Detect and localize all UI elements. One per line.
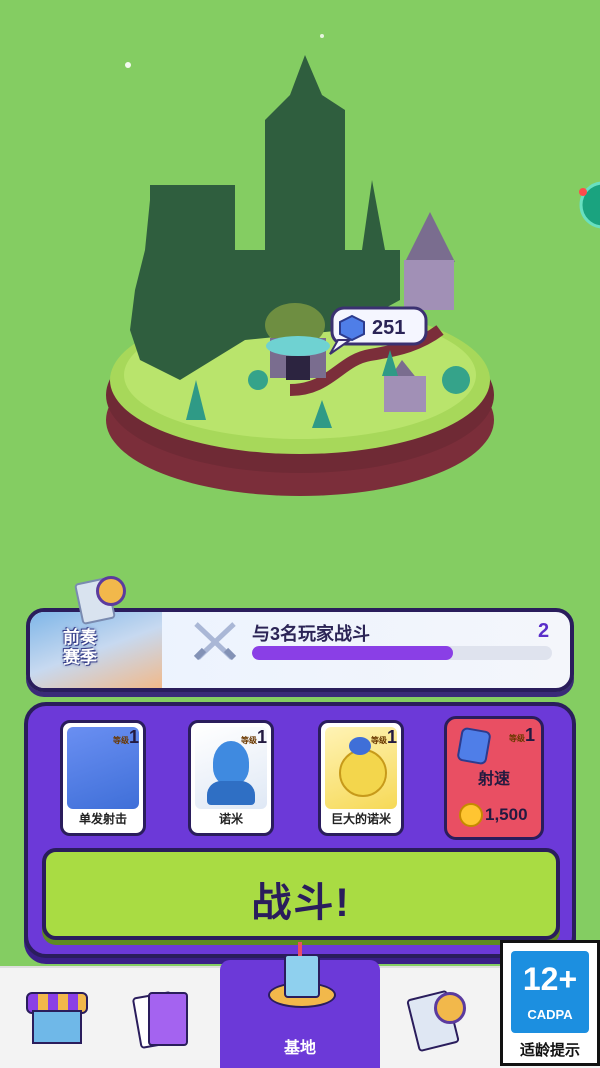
upgrade-level: 等级1 [508,725,535,745]
nav-base[interactable]: 基地 [220,942,380,1068]
rating-caption: 适龄提示 [519,1042,580,1059]
season-art: 前奏 赛季 [30,612,162,688]
season-label: 前奏 赛季 [63,628,97,667]
nav-shop[interactable] [0,968,110,1068]
season-quest-banner[interactable]: 前奏 赛季 与3名玩家战斗 2 [26,608,574,692]
skill-card-single-shot[interactable]: 等级1 单发射击 [60,720,146,836]
quest-progress-bar [252,646,552,660]
nav-cards[interactable] [110,968,220,1068]
quest-progress-fill [252,646,453,660]
season-card-icon [74,576,126,626]
skill-card-giant-nomi[interactable]: 等级1 巨大的诺米 [318,720,404,836]
upgrade-price: 1,500 [485,805,528,824]
nav-season[interactable] [390,968,500,1068]
rating-box: 12+ CADPA [511,951,589,1033]
battle-button-label: 战斗! [251,881,351,925]
gem-icon [339,314,365,342]
upgrade-fire-rate-card[interactable]: 等级1 射速 1,500 [444,716,544,840]
skill-card-nomi[interactable]: 等级1 诺米 [188,720,274,836]
gem-count: 251 [372,317,405,339]
card-level: 等级1 [370,727,397,747]
upgrade-name: 射速 [477,771,510,788]
loadout-panel: 等级1 单发射击 等级1 诺米 等级1 巨大的诺米 等级1 射速 1,500 战… [24,702,576,958]
nav-base-label: 基地 [283,1040,316,1057]
card-level: 等级1 [112,727,139,747]
rating-age: 12+ [522,961,578,997]
card-name: 单发射击 [78,812,127,826]
season-card-icon [406,988,466,1053]
quest-count: 2 [538,620,550,642]
shop-icon [26,992,88,1044]
base-icon [264,942,336,1012]
rating-org: CADPA [527,1007,573,1022]
card-name: 诺米 [218,812,243,826]
age-rating-badge: 12+ CADPA 适龄提示 [500,940,600,1066]
gem-cluster-icon [456,726,492,766]
quest-text: 与3名玩家战斗 [252,624,371,644]
battle-button[interactable]: 战斗! [42,848,560,940]
card-level: 等级1 [240,727,267,747]
card-name: 巨大的诺米 [330,812,391,826]
cards-icon [131,990,188,1050]
island-scene: 251 [106,34,600,496]
crossed-swords-icon [193,622,237,661]
coin-icon [459,803,483,827]
